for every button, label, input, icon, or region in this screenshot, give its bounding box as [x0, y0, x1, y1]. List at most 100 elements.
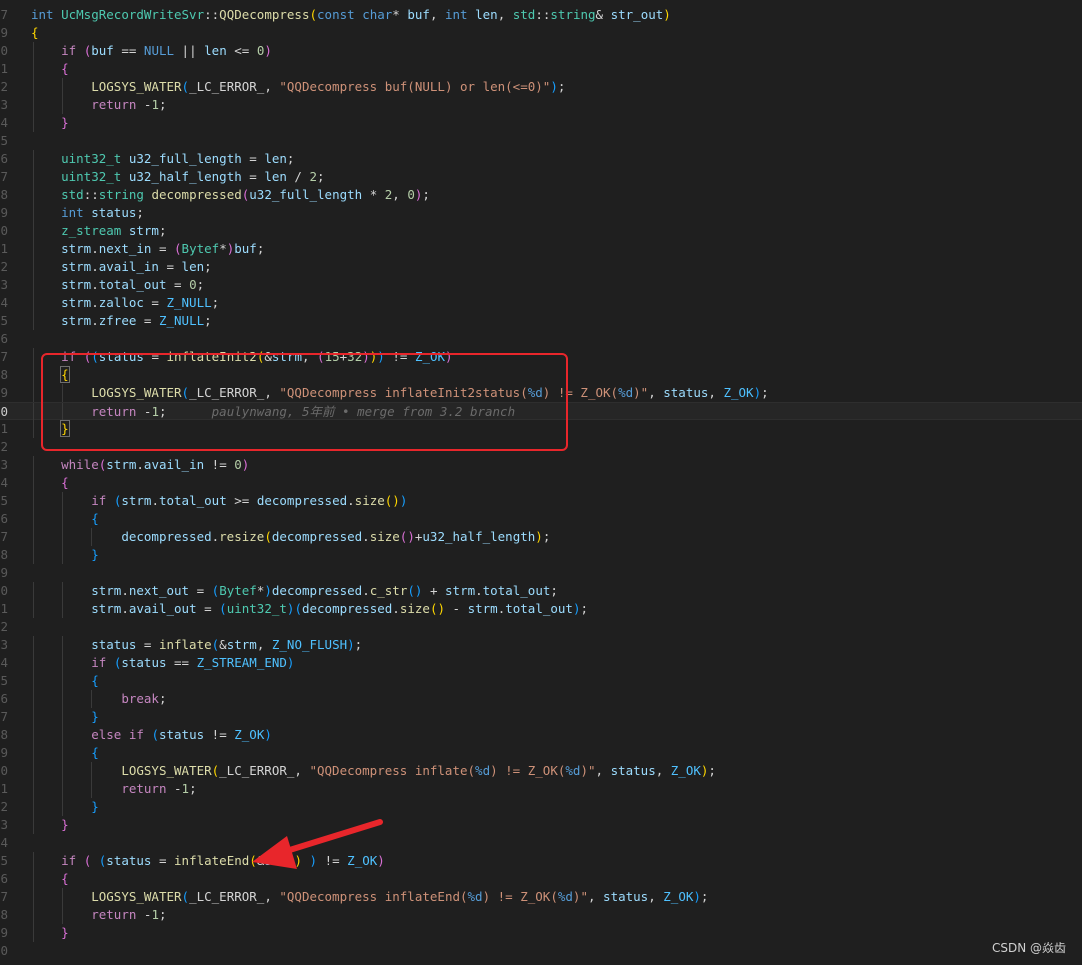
- code-token: ==: [113, 43, 144, 58]
- indent-guide: [90, 690, 92, 708]
- code-token: ,: [256, 637, 272, 652]
- line-number: 2: [0, 619, 8, 634]
- code-token: int: [445, 7, 468, 22]
- code-line[interactable]: 0 strm.next_out = (Bytef*)decompressed.c…: [0, 582, 1082, 600]
- code-line[interactable]: 4 }: [0, 114, 1082, 132]
- code-line[interactable]: 5 strm.zfree = Z_NULL;: [0, 312, 1082, 330]
- code-token: std: [61, 187, 84, 202]
- code-token: ;: [204, 313, 212, 328]
- code-text: if (strm.total_out >= decompressed.size(…: [31, 492, 407, 510]
- line-number: 2: [0, 79, 8, 94]
- code-line[interactable]: 7 if ((status = inflateInit2(&strm, (15+…: [0, 348, 1082, 366]
- code-line[interactable]: 4 {: [0, 474, 1082, 492]
- code-token: .: [121, 583, 129, 598]
- code-token: ;: [700, 889, 709, 904]
- code-line-current[interactable]: 0 return -1; paulynwang, 5年前 • merge fro…: [0, 402, 1082, 421]
- code-token: .: [91, 259, 99, 274]
- code-line[interactable]: 5 {: [0, 672, 1082, 690]
- code-line[interactable]: 0 LOGSYS_WATER(_LC_ERROR_, "QQDecompress…: [0, 762, 1082, 780]
- line-number: 2: [0, 259, 8, 274]
- code-line[interactable]: 7 }: [0, 708, 1082, 726]
- code-token: const: [317, 7, 355, 22]
- code-line[interactable]: 3 status = inflate(&strm, Z_NO_FLUSH);: [0, 636, 1082, 654]
- code-token: ): [445, 349, 453, 364]
- code-text: }: [31, 816, 69, 834]
- code-line[interactable]: 1 {: [0, 60, 1082, 78]
- code-token: decompressed: [121, 529, 212, 544]
- csdn-watermark: CSDN @焱齿: [991, 941, 1066, 955]
- line-number: 6: [0, 691, 8, 706]
- code-line[interactable]: 2: [0, 618, 1082, 636]
- code-text: if (buf == NULL || len <= 0): [31, 42, 272, 60]
- line-number: 8: [0, 187, 8, 202]
- indent-guide: [33, 510, 34, 528]
- code-line[interactable]: 8 }: [0, 546, 1082, 564]
- code-line[interactable]: 3 while(strm.avail_in != 0): [0, 456, 1082, 474]
- code-line[interactable]: 0: [0, 942, 1082, 960]
- code-line[interactable]: 6 break;: [0, 690, 1082, 708]
- code-line[interactable]: 4: [0, 834, 1082, 852]
- code-line[interactable]: 9 }: [0, 924, 1082, 942]
- code-line[interactable]: 9{: [0, 24, 1082, 42]
- code-line[interactable]: 5: [0, 132, 1082, 150]
- code-token: decompressed: [271, 583, 363, 598]
- code-line[interactable]: 6: [0, 330, 1082, 348]
- code-editor[interactable]: 7 int UcMsgRecordWriteSvr::QQDecompress(c…: [0, 0, 1082, 965]
- code-line[interactable]: 0 if (buf == NULL || len <= 0): [0, 42, 1082, 60]
- code-line[interactable]: 0 z_stream strm;: [0, 222, 1082, 240]
- code-token: strm: [61, 259, 92, 274]
- code-line[interactable]: 4 strm.zalloc = Z_NULL;: [0, 294, 1082, 312]
- code-line[interactable]: 7 LOGSYS_WATER(_LC_ERROR_, "QQDecompress…: [0, 888, 1082, 906]
- code-line[interactable]: 9 LOGSYS_WATER(_LC_ERROR_, "QQDecompress…: [0, 384, 1082, 402]
- code-line[interactable]: 7 decompressed.resize(decompressed.size(…: [0, 528, 1082, 546]
- code-line[interactable]: 5 if ( (status = inflateEnd(&strm) ) != …: [0, 852, 1082, 870]
- code-line[interactable]: 1 strm.next_in = (Bytef*)buf;: [0, 240, 1082, 258]
- code-line[interactable]: 7 int UcMsgRecordWriteSvr::QQDecompress(c…: [0, 6, 1082, 24]
- code-line[interactable]: 8 else if (status != Z_OK): [0, 726, 1082, 744]
- code-line[interactable]: 3 }: [0, 816, 1082, 834]
- line-number: 8: [0, 907, 8, 922]
- indent-guide: [33, 186, 34, 204]
- code-token: strm: [91, 583, 122, 598]
- code-token: while: [61, 457, 99, 472]
- code-line[interactable]: 2 }: [0, 798, 1082, 816]
- code-token: ): [286, 655, 295, 670]
- line-number: 6: [0, 871, 8, 886]
- code-line[interactable]: 6 uint32_t u32_full_length = len;: [0, 150, 1082, 168]
- code-token: ): [294, 853, 302, 868]
- code-token: ,: [497, 7, 513, 22]
- code-token: ;: [422, 187, 430, 202]
- line-number: 7: [0, 889, 8, 904]
- code-token: (: [294, 601, 302, 616]
- code-token: {: [91, 673, 99, 688]
- code-line[interactable]: 9 int status;: [0, 204, 1082, 222]
- code-line[interactable]: 9: [0, 564, 1082, 582]
- code-line[interactable]: 3 return -1;: [0, 96, 1082, 114]
- indent-guide: [61, 654, 63, 672]
- code-line[interactable]: 9 {: [0, 744, 1082, 762]
- code-text: strm.next_in = (Bytef*)buf;: [31, 240, 264, 258]
- code-line[interactable]: 8 return -1;: [0, 906, 1082, 924]
- code-token: total_out: [98, 277, 167, 292]
- code-line[interactable]: 1 return -1;: [0, 780, 1082, 798]
- code-line[interactable]: 6 {: [0, 510, 1082, 528]
- code-line[interactable]: 1 strm.avail_out = (uint32_t)(decompress…: [0, 600, 1082, 618]
- code-line[interactable]: 8 std::string decompressed(u32_full_leng…: [0, 186, 1082, 204]
- indent-guide: [61, 780, 63, 798]
- code-line[interactable]: 2 strm.avail_in = len;: [0, 258, 1082, 276]
- code-token: ): [550, 79, 558, 94]
- code-line[interactable]: 8 {: [0, 366, 1082, 384]
- code-line[interactable]: 2 LOGSYS_WATER(_LC_ERROR_, "QQDecompress…: [0, 78, 1082, 96]
- code-line[interactable]: 1 }: [0, 420, 1082, 438]
- code-token: ::: [535, 7, 551, 22]
- code-token: =: [189, 583, 212, 598]
- code-line[interactable]: 3 strm.total_out = 0;: [0, 276, 1082, 294]
- code-line[interactable]: 5 if (strm.total_out >= decompressed.siz…: [0, 492, 1082, 510]
- code-token: inflate: [158, 637, 212, 652]
- code-token: ;: [286, 151, 295, 166]
- code-line[interactable]: 6 {: [0, 870, 1082, 888]
- code-line[interactable]: 2: [0, 438, 1082, 456]
- code-line[interactable]: 4 if (status == Z_STREAM_END): [0, 654, 1082, 672]
- code-line[interactable]: 7 uint32_t u32_half_length = len / 2;: [0, 168, 1082, 186]
